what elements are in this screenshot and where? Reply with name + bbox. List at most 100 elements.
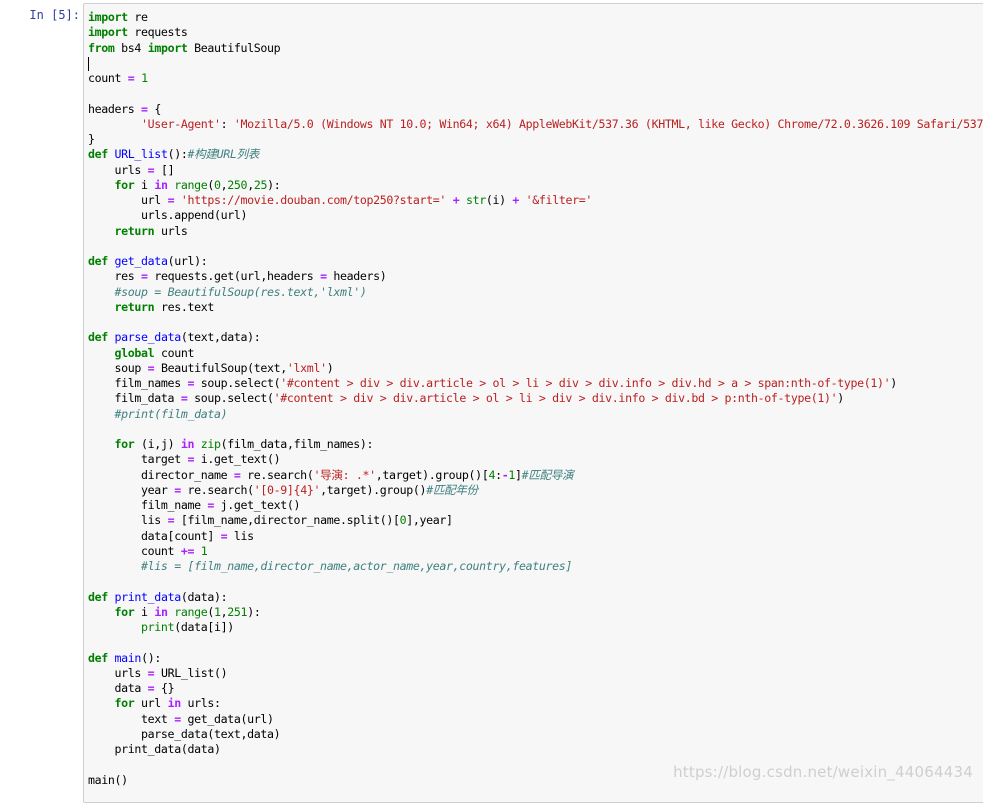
code-token: (data): bbox=[180, 589, 228, 604]
code-token: '[0-9]{4}' bbox=[253, 482, 321, 497]
code-line: for i in range(1,251): bbox=[88, 605, 983, 620]
code-token: film_data bbox=[88, 391, 181, 406]
code-token: URL_list bbox=[114, 147, 168, 162]
code-token: count bbox=[88, 71, 128, 85]
code-token: #soup = BeautifulSoup(res.text,'lxml') bbox=[114, 284, 367, 299]
code-token: for bbox=[114, 437, 135, 451]
code-line: year = re.search('[0-9]{4}',target).grou… bbox=[88, 483, 983, 498]
code-line: for (i,j) in zip(film_data,film_names): bbox=[88, 437, 983, 452]
code-token: count bbox=[88, 543, 181, 558]
code-token: print_data bbox=[114, 589, 182, 604]
code-token: = bbox=[174, 482, 181, 497]
code-token: for bbox=[114, 177, 135, 192]
code-token: ) bbox=[890, 376, 897, 390]
code-token: 'Mozilla/5.0 (Windows NT 10.0; Win64; x6… bbox=[233, 116, 983, 131]
code-content[interactable]: import re import requests from bs4 import … bbox=[88, 10, 983, 788]
code-token: def bbox=[88, 330, 108, 345]
code-line: film_names = soup.select('#content > div… bbox=[88, 376, 983, 391]
code-token: def bbox=[88, 650, 108, 665]
notebook-code-cell[interactable]: In [5]: import re import requests from bs4… bbox=[0, 0, 983, 803]
code-token: data bbox=[88, 681, 148, 695]
code-line: data[count] = lis bbox=[88, 529, 983, 544]
code-line: lis = [film_name,director_name.split()[0… bbox=[88, 513, 983, 528]
code-token: {} bbox=[154, 681, 175, 695]
code-token: headers) bbox=[326, 269, 387, 284]
code-line: global count bbox=[88, 346, 983, 361]
code-token: 1 bbox=[214, 604, 221, 619]
code-line: url = 'https://movie.douban.com/top250?s… bbox=[88, 193, 983, 208]
code-token: 25 bbox=[253, 177, 268, 192]
code-token: main bbox=[114, 650, 142, 665]
code-token: ] bbox=[515, 467, 522, 482]
code-token: urls bbox=[88, 665, 148, 680]
code-line: 'User-Agent': 'Mozilla/5.0 (Windows NT 1… bbox=[88, 117, 983, 132]
code-token: ): bbox=[267, 177, 281, 192]
code-token: parse_data bbox=[114, 330, 182, 345]
code-token: soup.select( bbox=[194, 376, 281, 390]
code-line: target = i.get_text() bbox=[88, 452, 983, 467]
code-token: : bbox=[220, 116, 234, 131]
code-token: requests.get(url,headers bbox=[147, 269, 321, 284]
code-token: res.text bbox=[154, 299, 214, 314]
code-token: #print(film_data) bbox=[114, 406, 228, 421]
code-token: def bbox=[88, 589, 108, 604]
code-line: #print(film_data) bbox=[88, 407, 983, 422]
code-token: parse_data(text,data) bbox=[88, 726, 281, 741]
code-token: lis bbox=[88, 513, 168, 528]
code-token: urls.append(url) bbox=[88, 208, 248, 223]
code-token: 1 bbox=[141, 71, 148, 85]
code-token: , bbox=[247, 177, 254, 192]
code-token: BeautifulSoup(text, bbox=[154, 360, 287, 375]
code-token: soup bbox=[88, 360, 148, 375]
code-token: urls: bbox=[180, 696, 221, 711]
code-token: url bbox=[88, 193, 168, 207]
watermark: https://blog.csdn.net/weixin_44064434 bbox=[673, 763, 973, 781]
code-token: print_data(data) bbox=[88, 742, 221, 756]
code-token: in bbox=[154, 177, 168, 192]
code-token: URL_list() bbox=[154, 665, 228, 680]
code-token: for bbox=[114, 604, 135, 619]
code-token: [film_name,director_name.split()[ bbox=[174, 513, 400, 528]
code-token: urls bbox=[154, 223, 188, 238]
code-token: : bbox=[495, 467, 502, 482]
code-line: urls = [] bbox=[88, 163, 983, 178]
code-token: for bbox=[114, 696, 135, 711]
code-token: bs4 bbox=[114, 40, 148, 55]
code-token: re.search( bbox=[240, 467, 314, 482]
code-token: 251 bbox=[227, 604, 248, 619]
code-token: #构建URL列表 bbox=[187, 147, 259, 162]
code-token: '#content > div > div.article > ol > li … bbox=[273, 391, 838, 406]
code-token: url bbox=[134, 696, 168, 711]
code-line: film_name = j.get_text() bbox=[88, 498, 983, 513]
code-line: data = {} bbox=[88, 681, 983, 696]
code-token: soup.select( bbox=[187, 391, 274, 406]
code-line: def print_data(data): bbox=[88, 590, 983, 605]
code-token: film_name bbox=[88, 498, 208, 512]
code-editor[interactable]: import re import requests from bs4 import … bbox=[83, 3, 983, 803]
code-line: print(data[i]) bbox=[88, 620, 983, 635]
code-token: ,target).group()[ bbox=[375, 467, 489, 482]
code-token: 'lxml' bbox=[286, 360, 327, 375]
code-token: in bbox=[180, 437, 195, 451]
input-prompt: In [5]: bbox=[29, 8, 80, 22]
code-token: range bbox=[174, 604, 208, 619]
code-token: ) bbox=[326, 360, 334, 375]
code-token: ): bbox=[247, 604, 261, 619]
